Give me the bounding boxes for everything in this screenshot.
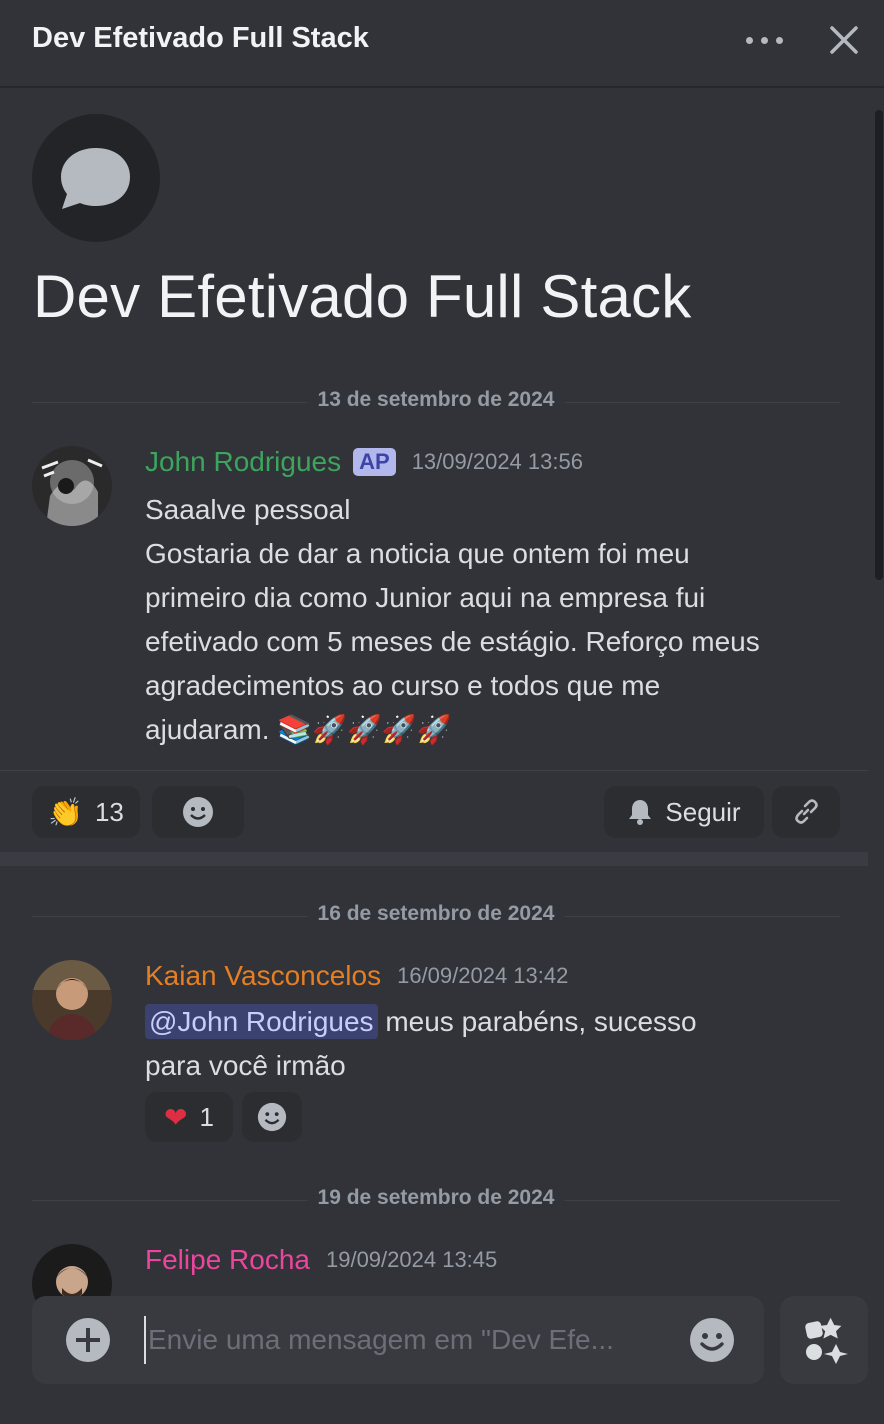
avatar[interactable] <box>32 1244 112 1300</box>
chat-bubble-icon <box>61 148 130 209</box>
smiley-icon <box>257 1102 287 1132</box>
date-divider: 19 de setembro de 2024 <box>32 1186 840 1216</box>
apps-button[interactable] <box>780 1296 868 1384</box>
upload-plus-icon[interactable] <box>66 1318 110 1362</box>
reaction-clap[interactable]: 👏 13 <box>32 786 140 838</box>
date-divider: 16 de setembro de 2024 <box>32 902 840 932</box>
section-separator <box>0 852 868 866</box>
thread-header: Dev Efetivado Full Stack <box>0 0 884 88</box>
follow-button[interactable]: Seguir <box>604 786 764 838</box>
thread-header-title: Dev Efetivado Full Stack <box>32 22 369 54</box>
message-composer <box>32 1296 764 1384</box>
reaction-count: 1 <box>199 1101 214 1132</box>
date-divider: 13 de setembro de 2024 <box>32 388 840 418</box>
scrollbar[interactable] <box>875 110 883 580</box>
smiley-icon <box>183 797 213 827</box>
avatar[interactable] <box>32 446 112 526</box>
author-name[interactable]: Felipe Rocha <box>145 1244 310 1276</box>
copy-link-button[interactable] <box>772 786 840 838</box>
add-reaction-button[interactable] <box>242 1092 302 1142</box>
message-input[interactable] <box>144 1316 644 1364</box>
thread-title: Dev Efetivado Full Stack <box>33 263 692 330</box>
follow-label: Seguir <box>665 796 741 827</box>
timestamp: 13/09/2024 13:56 <box>411 449 583 474</box>
message-header: John Rodrigues AP 13/09/2024 13:56 <box>145 446 583 478</box>
clap-icon: 👏 <box>48 795 83 829</box>
more-options-icon[interactable] <box>740 30 788 50</box>
message-list[interactable]: Dev Efetivado Full Stack 13 de setembro … <box>0 90 884 1300</box>
user-mention[interactable]: @John Rodrigues <box>145 1004 378 1039</box>
add-reaction-button[interactable] <box>152 786 244 838</box>
heart-icon: ❤ <box>164 1100 188 1134</box>
role-badge[interactable]: AP <box>353 448 396 476</box>
timestamp: 19/09/2024 13:45 <box>325 1247 498 1272</box>
message-content: @John Rodrigues meus parabéns, sucesso p… <box>145 1004 697 1081</box>
author-name[interactable]: John Rodrigues <box>145 446 341 478</box>
timestamp: 16/09/2024 13:42 <box>397 963 569 988</box>
reaction-count: 13 <box>94 796 124 827</box>
author-name[interactable]: Kaian Vasconcelos <box>145 960 381 992</box>
apps-icon <box>805 1317 848 1364</box>
avatar[interactable] <box>32 960 112 1040</box>
emoji-picker-icon[interactable] <box>688 1316 736 1364</box>
message-content: Saaalve pessoal Gostaria de dar a notici… <box>145 494 760 745</box>
close-icon[interactable] <box>822 18 866 62</box>
thread-icon <box>32 114 160 242</box>
message-header: Felipe Rocha 19/09/2024 13:45 <box>145 1244 497 1276</box>
message-header: Kaian Vasconcelos 16/09/2024 13:42 <box>145 960 568 992</box>
reaction-heart[interactable]: ❤ 1 <box>145 1092 233 1142</box>
link-icon <box>795 799 818 824</box>
bell-icon <box>629 800 652 825</box>
divider <box>0 770 868 771</box>
